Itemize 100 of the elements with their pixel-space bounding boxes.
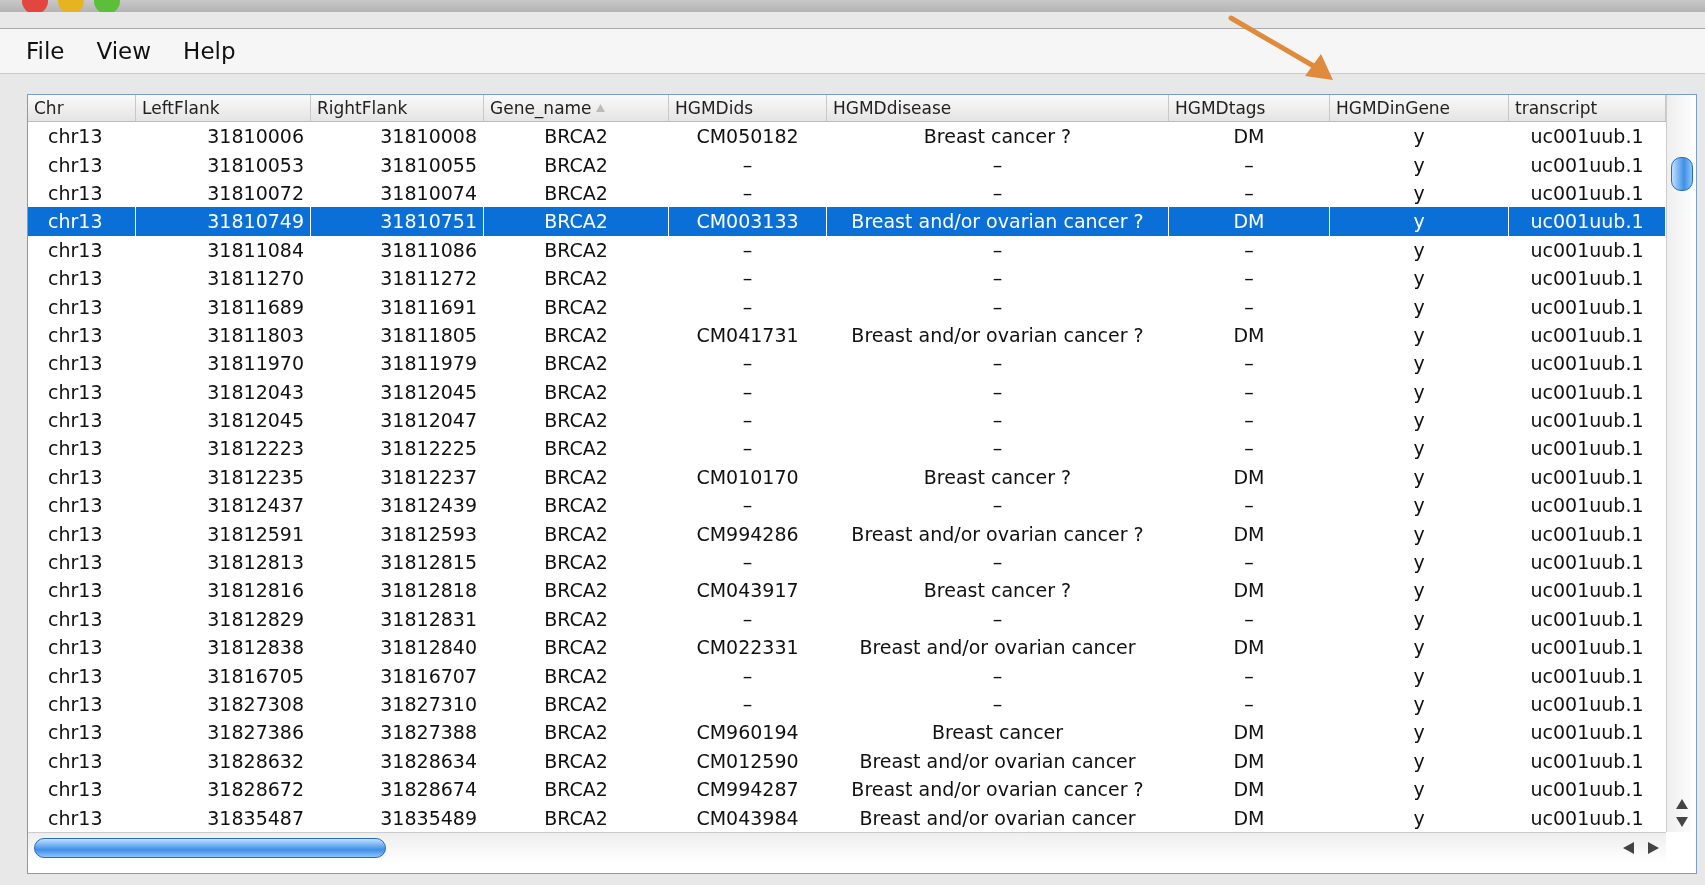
table-cell-text: 31810008 — [379, 124, 478, 150]
table-cell-text: uc001uub.1 — [1529, 322, 1645, 348]
table-cell-text: y — [1412, 408, 1426, 434]
table-cell-text: 31811970 — [206, 351, 305, 377]
table-cell-text: – — [1243, 663, 1255, 689]
table-cell-text: – — [1243, 692, 1255, 717]
table-cell-text: BRCA2 — [543, 351, 609, 377]
table-cell-text: DM — [1232, 635, 1266, 661]
table-cell-text: – — [1243, 294, 1255, 320]
table-cell-text: 31812047 — [379, 408, 478, 434]
table-cell-text: 31828632 — [206, 748, 305, 774]
table-cell-text: – — [741, 351, 754, 377]
column-label: RightFlank — [317, 98, 408, 118]
table-cell-text: y — [1412, 805, 1426, 831]
column-header[interactable]: HGMDids — [669, 95, 827, 121]
scroll-up-icon[interactable] — [1674, 798, 1689, 810]
table-cell-text: y — [1412, 124, 1426, 150]
column-label: HGMDinGene — [1336, 98, 1451, 118]
table-cell-text: – — [991, 379, 1004, 405]
table-cell-text: – — [741, 606, 754, 632]
table-cell-text: chr13 — [47, 777, 104, 803]
table-cell-text: uc001uub.1 — [1529, 266, 1645, 292]
table-cell-text: chr13 — [47, 294, 104, 320]
menu-item[interactable]: View — [84, 38, 164, 64]
table-cell-text: chr13 — [47, 152, 104, 178]
table-cell-text: uc001uub.1 — [1529, 152, 1645, 178]
column-header[interactable]: RightFlank — [311, 95, 484, 121]
menu-item[interactable]: File — [14, 38, 77, 64]
scroll-left-icon[interactable] — [1622, 841, 1636, 854]
table-cell-text: 31812235 — [206, 464, 305, 490]
table-cell-text: 31811979 — [379, 351, 478, 377]
scroll-thumb[interactable] — [34, 837, 386, 858]
table-cell-text: BRCA2 — [543, 180, 609, 206]
scroll-thumb[interactable] — [1671, 157, 1693, 191]
table-cell-text: chr13 — [47, 464, 104, 490]
table-cell: Breast and/or ovarian cancer ? — [827, 207, 1169, 236]
table-cell-text: 31828672 — [206, 777, 305, 803]
table-cell-text: BRCA2 — [543, 550, 609, 576]
column-header[interactable]: HGMDdisease — [827, 95, 1169, 121]
table-cell: 31810751 — [311, 207, 484, 236]
table-cell-text: – — [991, 493, 1004, 519]
table-cell-text: – — [741, 266, 754, 292]
column-label: HGMDdisease — [833, 98, 952, 118]
table-cell-text: chr13 — [47, 322, 104, 348]
table-cell-text: Breast and/or ovarian cancer — [858, 748, 1137, 774]
table-cell-text: – — [991, 237, 1004, 263]
column-header[interactable]: Gene_name — [484, 95, 669, 121]
table-cell-text: chr13 — [47, 635, 104, 661]
table-cell-text: uc001uub.1 — [1529, 408, 1645, 434]
table-cell-text: – — [1243, 379, 1255, 405]
table-cell-text: BRCA2 — [543, 748, 609, 774]
table-cell-text: y — [1412, 748, 1426, 774]
table-cell-text: 31811084 — [206, 237, 305, 263]
table-cell-text: chr13 — [47, 720, 104, 746]
column-header[interactable]: LeftFlank — [136, 95, 311, 121]
table-cell-text: BRCA2 — [543, 266, 609, 292]
table-cell: chr13 — [28, 207, 136, 236]
table-cell-text: 31828674 — [379, 777, 478, 803]
table-cell-text: – — [741, 663, 754, 689]
table-cell-text: uc001uub.1 — [1529, 635, 1645, 661]
table-cell-text: – — [991, 294, 1004, 320]
column-header[interactable]: HGMDtags — [1169, 95, 1330, 121]
table-cell-text: DM — [1232, 720, 1266, 746]
table-cell-text: – — [741, 550, 754, 576]
column-header[interactable]: HGMDinGene — [1330, 95, 1509, 121]
table-cell-text: uc001uub.1 — [1529, 464, 1645, 490]
table-cell-text: BRCA2 — [543, 720, 609, 746]
table-cell-text: 31835489 — [379, 805, 478, 831]
table-cell-text: – — [741, 436, 754, 462]
table-cell-text: – — [1243, 351, 1255, 377]
vertical-scrollbar[interactable] — [1666, 95, 1696, 832]
table-cell-text: – — [991, 692, 1004, 717]
table-row[interactable]: chr13 31810749 31810751 BRCA2 CM003133 Breast and/or ovarian cancer ? DM y uc001uub.1 — [28, 207, 1666, 236]
table-cell-text: y — [1412, 436, 1426, 462]
table-cell-text: 31811689 — [206, 294, 305, 320]
table-cell-text: CM043984 — [695, 805, 800, 831]
table-cell-text: y — [1412, 550, 1426, 576]
table-cell-text: chr13 — [47, 578, 104, 604]
table-cell-text: chr13 — [47, 550, 104, 576]
table-cell-text: CM043917 — [695, 578, 800, 604]
table-cell-text: Breast cancer — [930, 720, 1065, 746]
table-cell-text: 31811272 — [379, 266, 478, 292]
table-cell-text: – — [991, 266, 1004, 292]
table-cell-text: uc001uub.1 — [1529, 663, 1645, 689]
scroll-right-icon[interactable] — [1646, 841, 1660, 854]
menu-item[interactable]: Help — [171, 38, 248, 64]
table-cell-text: chr13 — [47, 692, 104, 717]
table-cell-text: 31811803 — [206, 322, 305, 348]
table-cell-text: 31827388 — [379, 720, 478, 746]
column-label: Gene_name — [490, 98, 592, 118]
table-cell-text: – — [741, 152, 754, 178]
table-cell-text: – — [1243, 436, 1255, 462]
table-cell-text: BRCA2 — [543, 692, 609, 717]
table-cell-text: y — [1412, 663, 1426, 689]
table-cell-text: chr13 — [47, 124, 104, 150]
scroll-down-icon[interactable] — [1674, 816, 1689, 828]
table-cell-text: 31812840 — [379, 635, 478, 661]
column-header[interactable]: Chr — [28, 95, 136, 121]
table-cell-text: y — [1412, 180, 1426, 206]
table-cell-text: chr13 — [47, 266, 104, 292]
